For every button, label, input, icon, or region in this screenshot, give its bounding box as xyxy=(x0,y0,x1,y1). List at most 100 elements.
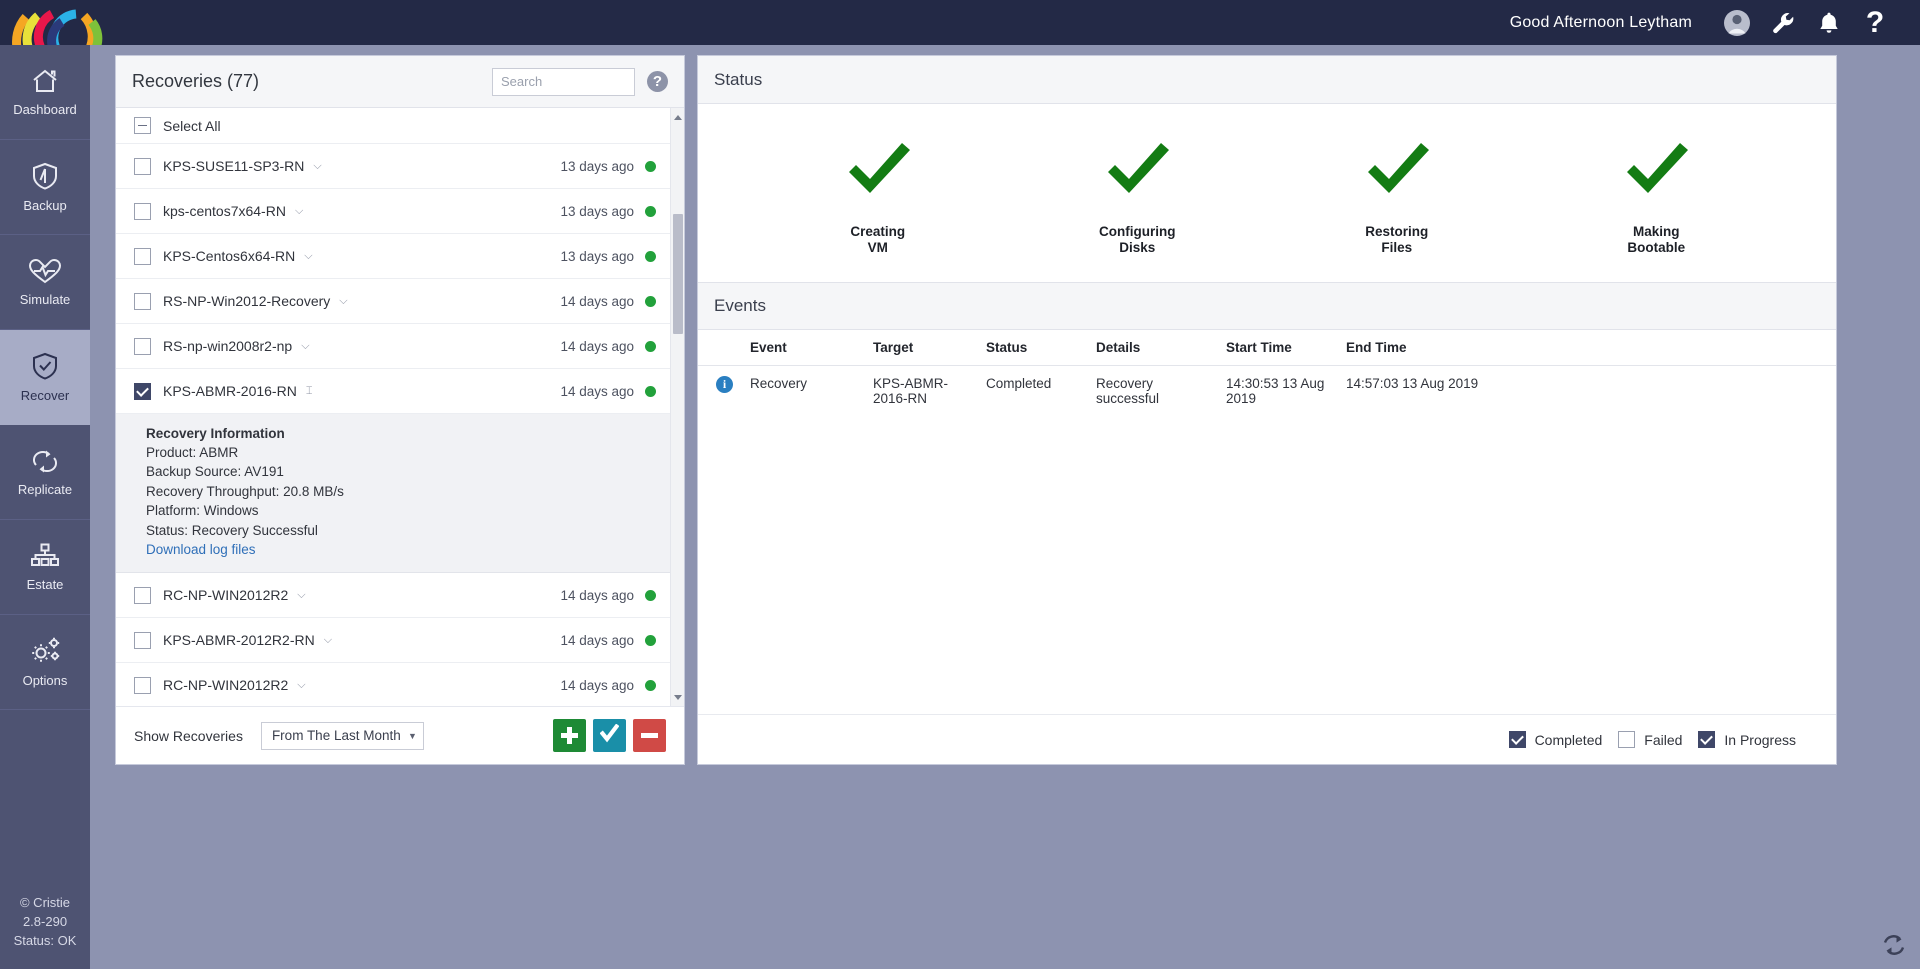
table-row[interactable]: KPS-Centos6x64-RN ⌵ 13 days ago xyxy=(116,234,670,279)
user-avatar-icon[interactable] xyxy=(1714,0,1760,45)
help-icon-glyph: ? xyxy=(1865,5,1885,39)
row-checkbox[interactable] xyxy=(134,247,151,265)
status-step-line1: Creating xyxy=(850,223,906,239)
status-badge xyxy=(645,340,656,352)
sidebar-item-estate[interactable]: Estate xyxy=(0,520,90,615)
filter-in-progress-label: In Progress xyxy=(1724,731,1796,748)
scrollbar-track[interactable] xyxy=(671,126,684,688)
sidebar-item-backup[interactable]: Backup xyxy=(0,140,90,235)
filter-in-progress-checkbox[interactable] xyxy=(1698,731,1716,748)
check-icon xyxy=(1098,131,1176,214)
event-info-cell: i xyxy=(698,366,742,417)
detail-backup-source: Backup Source: AV191 xyxy=(146,464,284,480)
recovery-name: RC-NP-WIN2012R2 xyxy=(163,587,289,604)
help-icon[interactable]: ? xyxy=(1852,0,1898,45)
info-icon[interactable]: i xyxy=(716,376,733,393)
refresh-button[interactable] xyxy=(1880,933,1908,961)
row-checkbox[interactable] xyxy=(134,202,151,220)
row-checkbox[interactable] xyxy=(134,586,151,604)
filter-completed-checkbox[interactable] xyxy=(1508,731,1526,748)
filter-in-progress[interactable]: In Progress xyxy=(1698,731,1796,748)
help-icon[interactable]: ? xyxy=(647,71,668,92)
delete-recovery-button[interactable] xyxy=(633,719,666,752)
table-row[interactable]: i Recovery KPS-ABMR-2016-RN Completed Re… xyxy=(698,366,1836,417)
sidebar-item-simulate[interactable]: Simulate xyxy=(0,235,90,330)
chevron-down-icon[interactable]: ⌵ xyxy=(301,340,309,353)
row-checkbox[interactable] xyxy=(134,337,151,355)
sidebar-item-label: Estate xyxy=(26,577,64,592)
minus-icon xyxy=(641,727,658,744)
list-scrollbar[interactable] xyxy=(670,108,684,706)
recovery-name: RS-NP-Win2012-Recovery xyxy=(163,293,331,309)
scroll-up-arrow[interactable] xyxy=(671,108,684,126)
status-step: Creating VM xyxy=(803,131,953,256)
scroll-down-arrow[interactable] xyxy=(671,688,684,706)
show-recoveries-label: Show Recoveries xyxy=(134,727,243,744)
chevron-down-icon[interactable]: ⌵ xyxy=(304,250,312,263)
sidebar-item-dashboard[interactable]: Dashboard xyxy=(0,45,90,140)
download-log-files-link[interactable]: Download log files xyxy=(146,542,256,557)
app-root: Good Afternoon Leytham ? Dashboard Backu… xyxy=(0,0,1920,969)
chevron-down-icon[interactable]: ⌵ xyxy=(339,295,347,308)
row-checkbox[interactable] xyxy=(134,382,151,400)
recovery-name: RS-np-win2008r2-np xyxy=(163,338,293,354)
status-step-line2: Files xyxy=(1381,239,1413,255)
show-recoveries-select[interactable]: From The Last Month ▼ xyxy=(260,721,424,750)
chevron-down-icon[interactable]: ⌵ xyxy=(297,679,305,692)
row-checkbox[interactable] xyxy=(134,676,151,694)
row-checkbox[interactable] xyxy=(134,157,151,175)
bell-icon[interactable] xyxy=(1806,0,1852,45)
table-row[interactable]: KPS-SUSE11-SP3-RN ⌵ 13 days ago xyxy=(116,144,670,189)
filter-completed[interactable]: Completed xyxy=(1508,731,1602,748)
status-step-line1: Restoring xyxy=(1365,223,1429,239)
recovery-age: 14 days ago xyxy=(560,383,634,399)
scrollbar-thumb[interactable] xyxy=(673,214,683,334)
chevron-down-icon[interactable]: ⌵ xyxy=(324,634,332,647)
chevron-down-icon[interactable]: ⌵ xyxy=(297,589,305,602)
check-icon xyxy=(1358,131,1436,214)
table-row[interactable]: RS-NP-Win2012-Recovery ⌵ 14 days ago xyxy=(116,279,670,324)
status-step-label: Making Bootable xyxy=(1627,224,1685,256)
recovery-age: 14 days ago xyxy=(560,338,634,354)
wrench-icon[interactable] xyxy=(1760,0,1806,45)
chevron-down-icon[interactable]: ⌵ xyxy=(313,160,321,173)
detail-status: Status: Recovery Successful xyxy=(146,522,318,538)
filter-failed[interactable]: Failed xyxy=(1618,731,1682,748)
search-input[interactable] xyxy=(492,67,635,96)
table-row-selected[interactable]: KPS-ABMR-2016-RN ⌶ 14 days ago xyxy=(116,369,670,414)
events-title: Events xyxy=(714,296,766,315)
filter-failed-checkbox[interactable] xyxy=(1618,731,1636,748)
select-all-checkbox[interactable] xyxy=(134,117,151,134)
table-row[interactable]: RC-NP-WIN2012R2 ⌵ 14 days ago xyxy=(116,573,670,619)
table-row[interactable]: KPS-ABMR-2012R2-RN ⌵ 14 days ago xyxy=(116,618,670,664)
recovery-information-panel: Recovery Information Product: ABMR Backu… xyxy=(116,414,670,574)
sidebar-item-label: Backup xyxy=(23,198,67,213)
table-row[interactable]: RC-NP-WIN2012R2 ⌵ 14 days ago xyxy=(116,663,670,706)
status-step-line1: Making xyxy=(1632,223,1680,239)
sidebar-item-recover[interactable]: Recover xyxy=(0,330,90,425)
status-badge xyxy=(645,160,656,172)
filter-failed-label: Failed xyxy=(1644,731,1683,748)
sidebar-item-options[interactable]: Options xyxy=(0,615,90,710)
chevron-down-icon[interactable]: ⌵ xyxy=(295,205,303,218)
sidebar-item-replicate[interactable]: Replicate xyxy=(0,425,90,520)
table-row[interactable]: kps-centos7x64-RN ⌵ 13 days ago xyxy=(116,189,670,234)
row-checkbox[interactable] xyxy=(134,631,151,649)
chevron-up-icon[interactable]: ⌶ xyxy=(306,385,313,398)
recoveries-panel-header: Recoveries (77) ? xyxy=(116,56,684,108)
row-checkbox[interactable] xyxy=(134,292,151,310)
column-header-start-time: Start Time xyxy=(1218,330,1338,366)
status-step: Making Bootable xyxy=(1581,131,1731,256)
detail-throughput: Recovery Throughput: 20.8 MB/s xyxy=(146,483,344,499)
table-row[interactable]: RS-np-win2008r2-np ⌵ 14 days ago xyxy=(116,324,670,369)
column-header-icon xyxy=(698,330,742,366)
add-recovery-button[interactable] xyxy=(553,719,586,752)
event-name-cell: Recovery xyxy=(750,376,808,391)
detail-heading: Recovery Information xyxy=(146,425,285,441)
cristie-logo[interactable] xyxy=(0,0,110,45)
status-badge xyxy=(645,250,656,262)
select-all-row[interactable]: Select All xyxy=(116,108,670,144)
top-header-bar: Good Afternoon Leytham ? xyxy=(0,0,1920,45)
run-recovery-button[interactable] xyxy=(593,719,626,752)
recoveries-list: Select All KPS-SUSE11-SP3-RN ⌵ 13 days a… xyxy=(116,108,670,706)
